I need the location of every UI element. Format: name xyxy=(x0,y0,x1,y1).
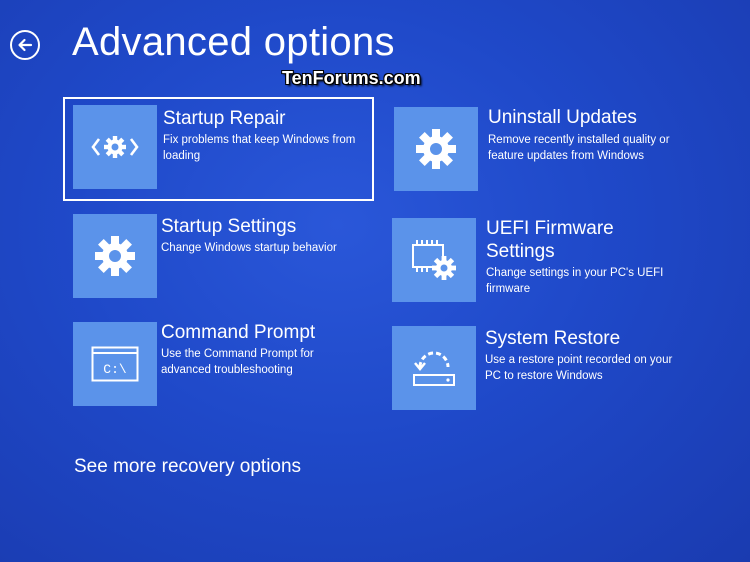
back-button[interactable] xyxy=(10,30,40,60)
command-prompt-option[interactable]: C:\ Command Prompt Use the Command Promp… xyxy=(73,318,363,410)
system-restore-tile xyxy=(392,326,476,410)
command-prompt-tile: C:\ xyxy=(73,322,157,406)
option-description: Change Windows startup behavior xyxy=(161,242,337,254)
startup-repair-tile xyxy=(73,105,157,189)
option-description: Use the Command Prompt for advanced trou… xyxy=(161,348,314,376)
option-description: Change settings in your PC's UEFI firmwa… xyxy=(486,267,664,295)
gear-icon xyxy=(416,129,456,169)
uefi-firmware-tile xyxy=(392,218,476,302)
command-prompt-icon: C:\ xyxy=(91,346,139,382)
watermark: TenForums.com xyxy=(282,68,421,88)
uninstall-updates-tile xyxy=(394,107,478,191)
page-title: Advanced options xyxy=(72,20,395,64)
startup-repair-option[interactable]: Startup Repair Fix problems that keep Wi… xyxy=(63,97,374,201)
option-title: UEFI Firmware Settings xyxy=(486,218,614,262)
system-restore-icon xyxy=(413,351,455,386)
option-title: Startup Settings xyxy=(161,216,297,237)
gear-icon xyxy=(95,236,135,276)
option-description: Fix problems that keep Windows from load… xyxy=(163,134,356,162)
firmware-chip-gear-icon xyxy=(412,240,456,280)
startup-settings-option[interactable]: Startup Settings Change Windows startup … xyxy=(73,212,363,302)
option-title: Command Prompt xyxy=(161,322,316,343)
option-description: Use a restore point recorded on your PC … xyxy=(485,354,673,382)
see-more-recovery-options-link[interactable]: See more recovery options xyxy=(74,456,301,478)
option-title: Startup Repair xyxy=(163,108,286,129)
option-title: Uninstall Updates xyxy=(488,107,637,128)
startup-settings-tile xyxy=(73,214,157,298)
uninstall-updates-option[interactable]: Uninstall Updates Remove recently instal… xyxy=(394,104,684,196)
svg-text:C:\: C:\ xyxy=(103,362,127,377)
uefi-firmware-option[interactable]: UEFI Firmware Settings Change settings i… xyxy=(392,214,682,308)
option-description: Remove recently installed quality or fea… xyxy=(488,134,670,162)
option-title: System Restore xyxy=(485,328,621,349)
system-restore-option[interactable]: System Restore Use a restore point recor… xyxy=(392,324,682,414)
startup-repair-icon xyxy=(91,136,139,158)
back-arrow-icon xyxy=(18,38,33,52)
